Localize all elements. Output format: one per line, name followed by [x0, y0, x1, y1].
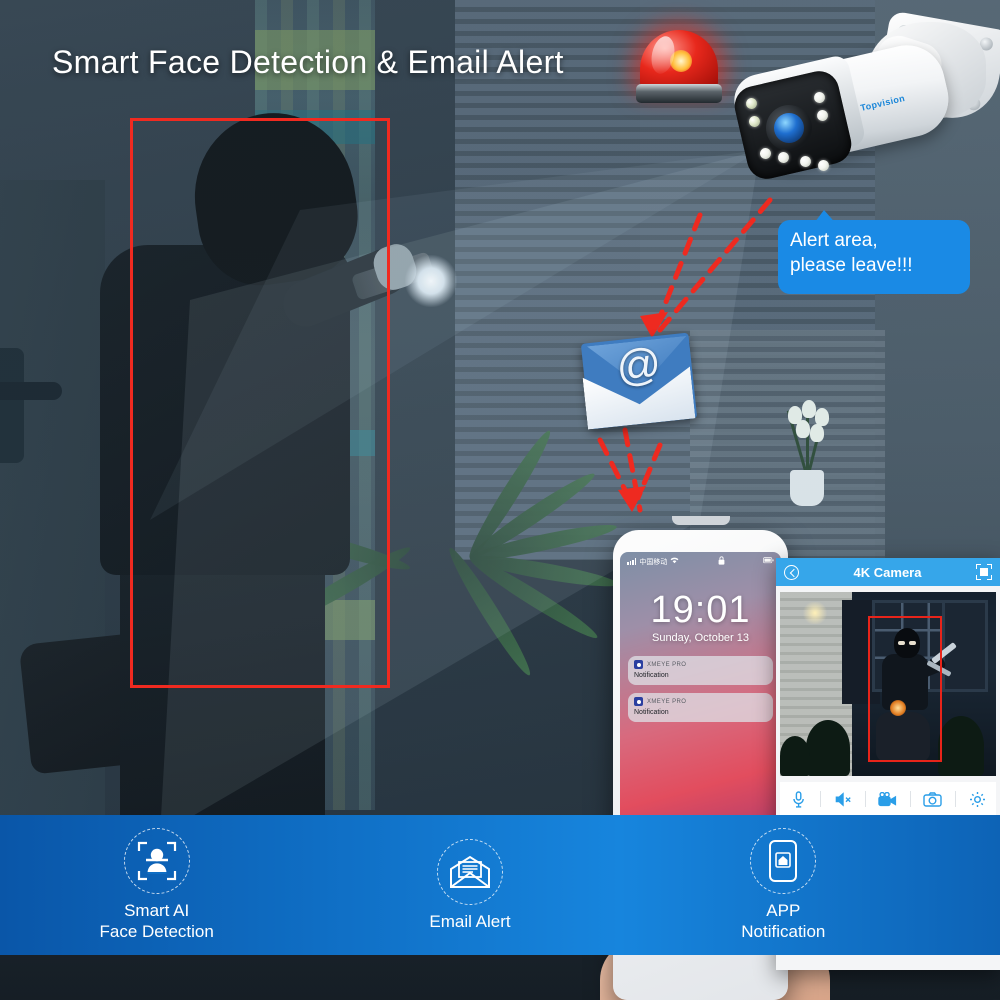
notification-card[interactable]: XMEYE PRO Notification: [628, 693, 773, 722]
feature-app-notification: APP Notification: [627, 828, 940, 942]
notification-card[interactable]: XMEYE PRO Notification: [628, 656, 773, 685]
face-detection-scan-icon: [123, 828, 190, 894]
phone-status-bar: 中国移动: [620, 552, 781, 567]
siren-base: [636, 84, 722, 103]
at-symbol-icon: @: [613, 338, 664, 393]
lock-icon: [718, 556, 725, 567]
shrub: [938, 716, 984, 776]
alert-speech-bubble: Alert area, please leave!!!: [778, 220, 970, 294]
camera-lens: [774, 113, 804, 143]
lockscreen-clock: 19:01 Sunday, October 13: [620, 589, 781, 644]
porch-light: [802, 602, 828, 624]
app-title: 4K Camera: [853, 564, 922, 580]
clock-date: Sunday, October 13: [651, 632, 750, 644]
email-envelope-icon: @: [580, 332, 698, 424]
notification-list: XMEYE PRO Notification XMEYE PRO Notific…: [620, 656, 781, 722]
speaker-muted-icon[interactable]: [828, 787, 858, 811]
photo-camera-icon[interactable]: [918, 787, 948, 811]
app-toolbar: [780, 782, 996, 816]
alert-bubble-line2: please leave!!!: [790, 255, 913, 276]
signal-bars-icon: [627, 558, 637, 565]
feature-face-detection: Smart AI Face Detection: [0, 828, 313, 942]
notification-body: Notification: [634, 709, 669, 716]
app-detection-box: [868, 616, 942, 762]
carrier-label: 中国移动: [639, 558, 668, 566]
home-button-area[interactable]: [620, 952, 781, 1000]
feature-label-email-alert: Email Alert: [429, 911, 511, 931]
door-lock-plate: [0, 348, 24, 463]
shrub: [780, 736, 810, 776]
scene-root: Smart Face Detection & Email Alert Topvi…: [0, 0, 1000, 1000]
xmeye-app-icon: [634, 697, 643, 706]
phone-app-notification-icon: [750, 828, 817, 894]
open-envelope-icon: [436, 838, 503, 905]
video-record-icon[interactable]: [873, 787, 903, 811]
fullscreen-icon[interactable]: [976, 564, 992, 580]
app-header: 4K Camera: [776, 558, 1000, 586]
notification-app-name: XMEYE PRO: [647, 698, 687, 705]
flower-vase-plant: [782, 400, 834, 479]
notification-app-name: XMEYE PRO: [647, 661, 687, 668]
xmeye-app-icon: [634, 660, 643, 669]
door-handle: [0, 382, 62, 400]
feature-bar: Smart AI Face Detection Email Alert APP …: [0, 815, 1000, 955]
face-detection-box: [130, 118, 390, 688]
white-flower-pot: [790, 470, 824, 506]
notification-body: Notification: [634, 672, 669, 679]
bullet-security-camera: Topvision: [720, 10, 1000, 225]
page-title: Smart Face Detection & Email Alert: [52, 44, 564, 80]
microphone-icon[interactable]: [783, 787, 813, 811]
settings-gear-icon[interactable]: [962, 787, 992, 811]
shrub: [806, 720, 850, 776]
back-chevron-icon[interactable]: [784, 564, 799, 580]
clock-time: 19:01: [650, 589, 751, 631]
feature-email-alert: Email Alert: [313, 838, 626, 932]
feature-label-face-detection: Smart AI Face Detection: [99, 901, 214, 941]
feature-label-app-notification: APP Notification: [741, 901, 826, 941]
alarm-siren-light: [636, 30, 722, 110]
flashlight-beam: [405, 255, 457, 307]
battery-icon: [763, 557, 774, 566]
alert-bubble-line1: Alert area,: [790, 230, 878, 251]
phone-notch: [671, 516, 730, 525]
wifi-icon: [670, 557, 679, 566]
live-video-feed[interactable]: [780, 592, 996, 776]
